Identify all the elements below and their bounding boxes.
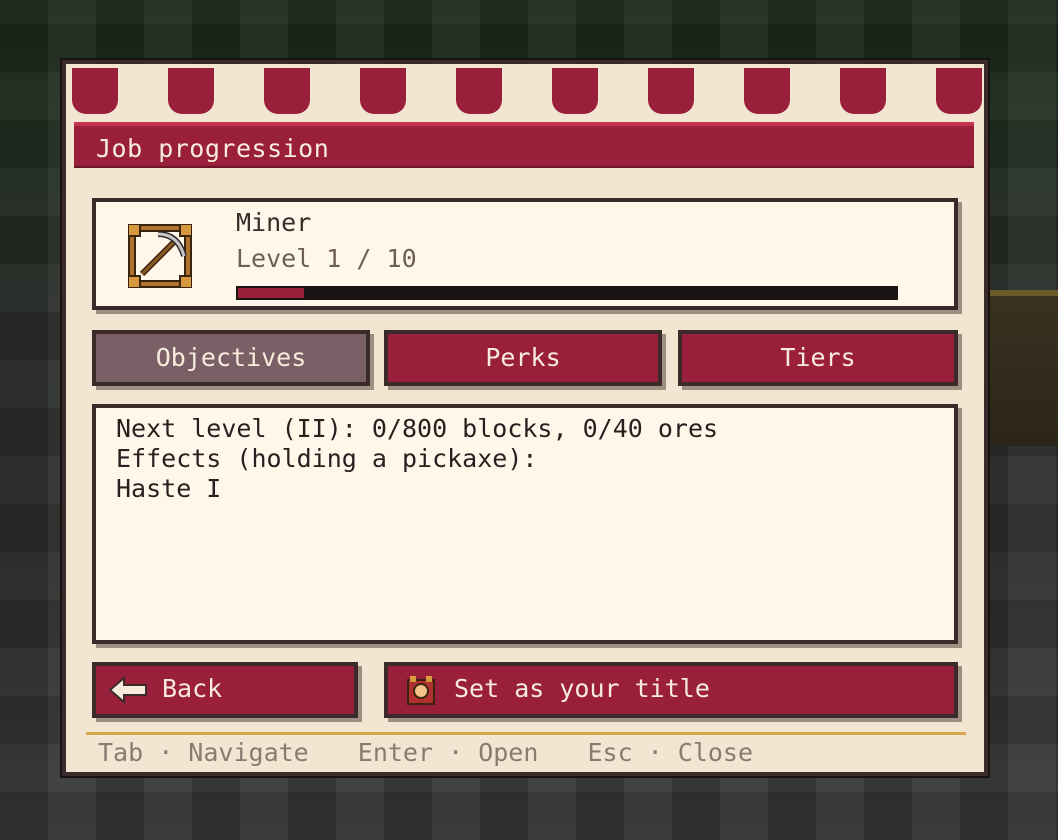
tab-tiers[interactable]: Tiers xyxy=(678,330,958,386)
back-button-label: Back xyxy=(162,674,223,703)
level-progress-fill xyxy=(238,288,304,298)
awning-scallop xyxy=(648,68,694,114)
job-card: Miner Level 1 / 10 xyxy=(92,198,958,310)
tab-objectives[interactable]: Objectives xyxy=(92,330,370,386)
awning-scallop xyxy=(360,68,406,114)
title-bar: Job progression xyxy=(74,122,974,168)
arrow-left-icon xyxy=(108,675,147,705)
awning-scallop xyxy=(72,68,118,114)
set-title-button-label: Set as your title xyxy=(454,674,710,703)
effects-heading: Effects (holding a pickaxe): xyxy=(116,444,538,473)
awning-scallop xyxy=(168,68,214,114)
awning-scallop xyxy=(840,68,886,114)
hint-tab-navigate: Tab · Navigate xyxy=(98,738,309,767)
hint-enter-open: Enter · Open xyxy=(357,738,539,767)
tab-perks[interactable]: Perks xyxy=(384,330,662,386)
job-level: Level 1 / 10 xyxy=(236,244,417,273)
effect-haste: Haste I xyxy=(116,474,222,503)
panel-title: Job progression xyxy=(96,134,330,163)
awning-scallop xyxy=(936,68,982,114)
pickaxe-frame-icon xyxy=(128,224,192,288)
level-progress-bar xyxy=(236,286,898,300)
footer-divider xyxy=(86,732,966,735)
set-title-button[interactable]: Set as your title xyxy=(384,662,958,718)
world-chest xyxy=(988,290,1058,446)
awning-scallop xyxy=(264,68,310,114)
next-level-requirements: Next level (II): 0/800 blocks, 0/40 ores xyxy=(116,414,719,443)
awning-scallop xyxy=(744,68,790,114)
awning-decoration xyxy=(72,68,982,120)
job-name: Miner xyxy=(236,208,312,237)
keyboard-hints: Tab · Navigate Enter · Open Esc · Close xyxy=(98,738,787,767)
back-button[interactable]: Back xyxy=(92,662,358,718)
awning-scallop xyxy=(456,68,502,114)
objectives-content: Next level (II): 0/800 blocks, 0/40 ores… xyxy=(92,404,958,644)
awning-scallop xyxy=(552,68,598,114)
title-badge-icon xyxy=(407,676,435,705)
job-progression-panel: Job progression Miner Level 1 / 10 Objec… xyxy=(62,60,988,776)
hint-esc-close: Esc · Close xyxy=(587,738,754,767)
